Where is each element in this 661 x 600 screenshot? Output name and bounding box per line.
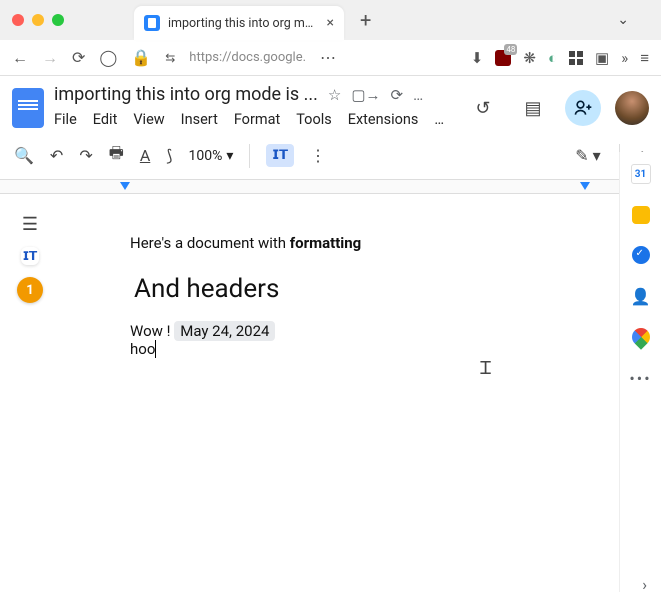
left-sidebar: ☰ 𝗜𝗧 1 — [0, 194, 60, 592]
page-actions-icon[interactable]: ⋯ — [320, 48, 336, 67]
zoom-select[interactable]: 100% ▾ — [189, 148, 234, 164]
document-page[interactable]: Here's a document with formatting And he… — [60, 194, 661, 592]
menu-overflow[interactable]: … — [434, 111, 444, 128]
keep-icon[interactable] — [632, 206, 650, 224]
browser-toolbar: ← → ⟳ ◯ 🔒 ⇆ https://docs.google. ⋯ ⬇ ❋ ◐… — [0, 40, 661, 76]
account-avatar[interactable] — [615, 91, 649, 125]
redo-icon[interactable]: ↷ — [79, 146, 92, 165]
side-panel: 31 👤 ••• — [619, 152, 661, 592]
ibeam-cursor-icon: Ꮖ — [480, 358, 492, 379]
date-chip[interactable]: May 24, 2024 — [174, 321, 275, 341]
p1-bold: formatting — [290, 234, 361, 252]
browser-tab[interactable]: importing this into org mode is t × — [134, 6, 344, 40]
window-zoom[interactable] — [52, 14, 64, 26]
p2-text: Wow ! — [130, 322, 174, 340]
docs-menubar: File Edit View Insert Format Tools Exten… — [54, 105, 455, 136]
comments-icon[interactable]: ▤ — [515, 90, 551, 126]
menu-format[interactable]: Format — [234, 111, 280, 128]
menu-insert[interactable]: Insert — [181, 111, 218, 128]
share-button[interactable] — [565, 90, 601, 126]
undo-icon[interactable]: ↶ — [50, 146, 63, 165]
paragraph-3[interactable]: hoo — [130, 340, 621, 358]
overflow-icon[interactable]: » — [621, 49, 628, 67]
window-controls — [12, 14, 64, 26]
docs-favicon — [144, 15, 160, 31]
tasks-icon[interactable] — [632, 246, 650, 264]
calendar-icon[interactable]: 31 — [631, 164, 651, 184]
warning-count-badge[interactable]: 1 — [17, 277, 43, 303]
ublock-icon[interactable] — [495, 50, 511, 66]
url-display[interactable]: https://docs.google. — [189, 50, 306, 65]
extension-icon-1[interactable]: ❋ — [523, 49, 536, 67]
move-folder-icon[interactable]: ▢→ — [351, 86, 380, 104]
docs-logo-icon[interactable] — [12, 88, 44, 128]
menu-extensions[interactable]: Extensions — [348, 111, 419, 128]
tab-close-icon[interactable]: × — [327, 15, 334, 31]
ruler-left-indent-icon[interactable] — [120, 182, 130, 190]
toolbar-more-icon[interactable]: ⋮ — [310, 146, 326, 165]
ruler-right-indent-icon[interactable] — [580, 182, 590, 190]
heading-1[interactable]: And headers — [130, 274, 621, 304]
history-icon[interactable]: ↺ — [465, 90, 501, 126]
extension-grid-icon[interactable] — [569, 51, 583, 65]
hamburger-menu-icon[interactable]: ≡ — [640, 49, 649, 67]
show-side-panel-icon[interactable]: › — [642, 575, 647, 594]
window-minimize[interactable] — [32, 14, 44, 26]
menu-edit[interactable]: Edit — [93, 111, 118, 128]
nav-back-icon[interactable]: ← — [12, 48, 28, 68]
download-icon[interactable]: ⬇ — [471, 49, 484, 67]
new-tab-button[interactable]: + — [360, 8, 371, 32]
paragraph-2[interactable]: Wow ! May 24, 2024 — [130, 322, 621, 340]
browser-tab-bar: importing this into org mode is t × + ⌄ — [0, 0, 661, 40]
text-cursor — [155, 340, 156, 358]
editing-mode-button[interactable]: 𝗜𝗧 — [266, 144, 294, 167]
p1-text: Here's a document with — [130, 234, 290, 252]
document-workspace: ☰ 𝗜𝗧 1 Here's a document with formatting… — [0, 194, 661, 592]
docs-toolbar: 🔍 ↶ ↷ 🖶 A ⟆ 100% ▾ 𝗜𝗧 ⋮ ✎ ▾ ˄ — [0, 136, 661, 180]
cloud-status-icon[interactable]: ⟳ — [391, 86, 404, 104]
menu-tools[interactable]: Tools — [296, 111, 332, 128]
addons-more-icon[interactable]: ••• — [631, 368, 651, 388]
languagetool-badge[interactable]: 𝗜𝗧 — [21, 247, 39, 265]
ruler[interactable] — [0, 180, 661, 194]
tab-list-dropdown-icon[interactable]: ⌄ — [617, 12, 629, 28]
tab-title: importing this into org mode is t — [168, 16, 319, 31]
star-icon[interactable]: ☆ — [328, 86, 341, 104]
menu-view[interactable]: View — [133, 111, 164, 128]
p3-text: hoo — [130, 340, 155, 358]
window-close[interactable] — [12, 14, 24, 26]
search-menus-icon[interactable]: 🔍 — [14, 146, 34, 165]
nav-forward-icon: → — [42, 48, 58, 68]
contacts-icon[interactable]: 👤 — [631, 286, 651, 306]
outline-icon[interactable]: ☰ — [22, 214, 38, 235]
lock-icon[interactable]: 🔒 — [131, 48, 151, 67]
maps-icon[interactable] — [628, 324, 653, 349]
site-settings-icon[interactable]: ⇆ — [165, 51, 175, 65]
extension-icon-3[interactable]: ▣ — [595, 49, 609, 67]
print-icon[interactable]: 🖶 — [109, 142, 124, 169]
paragraph-1[interactable]: Here's a document with formatting — [130, 234, 621, 252]
extension-icons: ⬇ ❋ ◐ ▣ » ≡ — [471, 49, 649, 67]
spellcheck-icon[interactable]: A — [140, 146, 150, 165]
title-more-icon: … — [413, 86, 423, 104]
menu-file[interactable]: File — [54, 111, 77, 128]
docs-header: importing this into org mode is ... ☆ ▢→… — [0, 76, 661, 136]
shield-icon[interactable]: ◯ — [99, 48, 117, 67]
pen-icon[interactable]: ✎ ▾ — [575, 146, 600, 165]
toolbar-separator — [249, 144, 250, 168]
extension-icon-2[interactable]: ◐ — [548, 49, 557, 67]
document-title[interactable]: importing this into org mode is ... — [54, 84, 318, 105]
nav-reload-icon[interactable]: ⟳ — [72, 48, 85, 67]
paint-format-icon[interactable]: ⟆ — [166, 146, 172, 165]
